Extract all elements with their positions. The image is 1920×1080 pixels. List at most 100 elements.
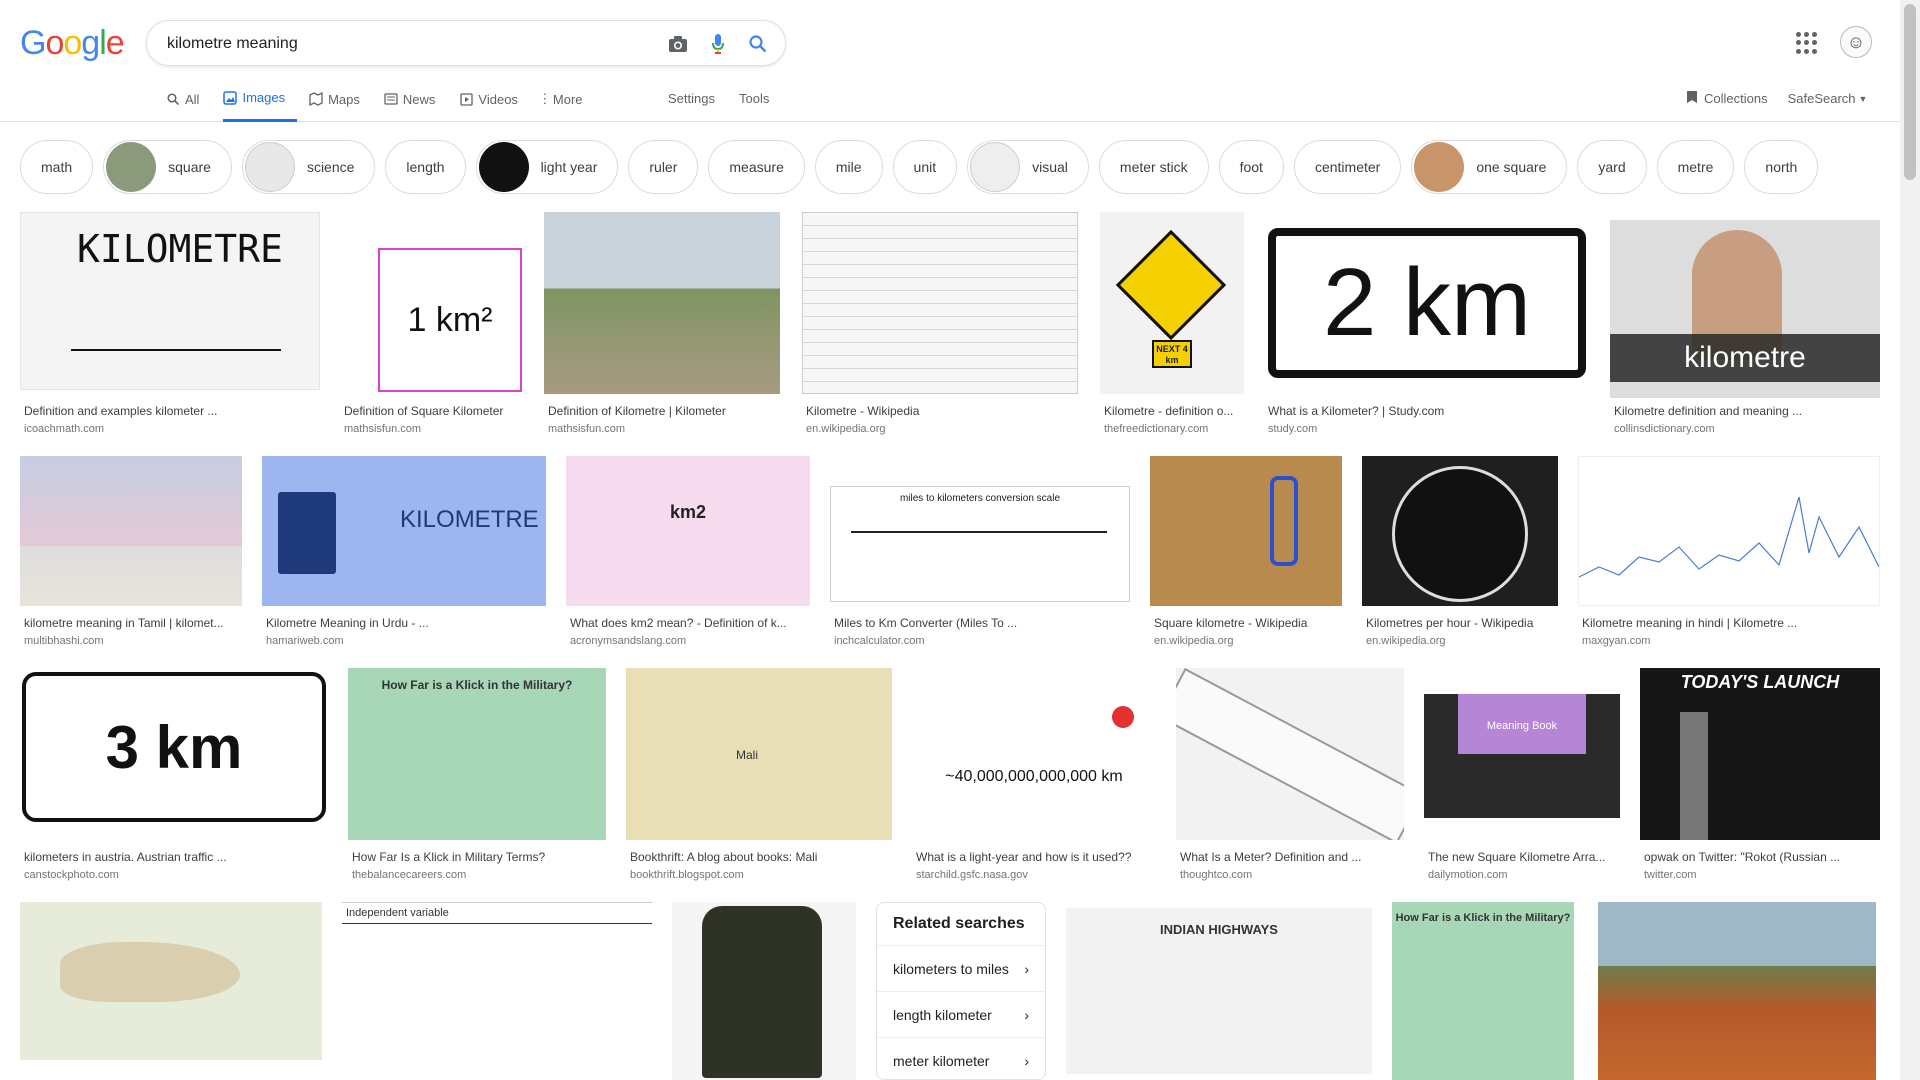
chip-square[interactable]: square [103,140,232,194]
image-result[interactable] [672,902,856,1080]
chip-meter-stick[interactable]: meter stick [1098,140,1209,194]
result-thumbnail[interactable]: How Far is a Klick in the Military? [1392,902,1574,1080]
result-thumbnail[interactable] [20,902,322,1060]
result-thumbnail[interactable]: KILOMETRE [262,456,546,606]
chip-light-year[interactable]: light year [475,140,619,194]
image-result[interactable]: TODAY'S LAUNCH opwak on Twitter: "Rokot … [1640,668,1880,888]
chip-north[interactable]: north [1744,140,1819,194]
image-result[interactable]: 2 km What is a Kilometer? | Study.com st… [1264,212,1590,435]
chip-foot[interactable]: foot [1218,140,1284,194]
chip-math[interactable]: math [20,140,94,194]
result-thumbnail[interactable] [1598,902,1876,1080]
result-caption[interactable]: Bookthrift: A blog about books: Mali [630,850,892,864]
result-caption[interactable]: Definition of Square Kilometer [344,404,524,418]
image-result[interactable]: How Far is a Klick in the Military? How … [348,668,606,888]
safesearch-dropdown[interactable]: SafeSearch ▼ [1788,91,1868,106]
result-thumbnail[interactable] [544,212,780,394]
chip-metre[interactable]: metre [1656,140,1735,194]
chip-ruler[interactable]: ruler [628,140,699,194]
image-result[interactable] [1598,902,1876,1080]
result-caption[interactable]: Kilometre definition and meaning ... [1614,404,1880,418]
result-thumbnail[interactable]: Mali [626,668,892,840]
chip-length[interactable]: length [385,140,466,194]
apps-grid-icon[interactable] [1796,32,1818,54]
chip-science[interactable]: science [241,140,376,194]
image-result[interactable]: kilometre meaning in Tamil | kilomet... … [20,456,242,652]
result-thumbnail[interactable]: KILOMETRE [20,212,320,390]
collections-link[interactable]: Collections [1686,90,1768,107]
result-thumbnail[interactable] [802,212,1078,394]
result-caption[interactable]: Kilometres per hour - Wikipedia [1366,616,1558,630]
result-thumbnail[interactable]: 3 km [20,668,330,840]
result-caption[interactable]: Miles to Km Converter (Miles To ... [834,616,1130,630]
result-thumbnail[interactable]: 2 km [1264,212,1590,394]
scrollbar[interactable] [1900,0,1920,1080]
related-search-item[interactable]: kilometers to miles › [877,946,1045,992]
search-icon[interactable] [745,31,771,57]
result-caption[interactable]: kilometre meaning in Tamil | kilomet... [24,616,242,630]
image-result[interactable]: KILOMETRE Definition and examples kilome… [20,212,320,435]
result-caption[interactable]: Kilometre Meaning in Urdu - ... [266,616,546,630]
tab-images[interactable]: Images [223,86,298,122]
result-thumbnail[interactable]: ~40,000,000,000,000 km [912,668,1156,840]
result-caption[interactable]: What is a Kilometer? | Study.com [1268,404,1588,418]
image-result[interactable]: 3 km kilometers in austria. Austrian tra… [20,668,330,888]
result-thumbnail[interactable] [672,902,856,1080]
image-result[interactable] [20,902,322,1080]
result-thumbnail[interactable]: km2 [566,456,810,606]
result-thumbnail[interactable]: Meaning Book [1424,694,1620,818]
image-result[interactable]: miles to kilometers conversion scale Mil… [830,456,1130,652]
result-thumbnail[interactable]: Independent variable [342,902,652,1080]
image-result[interactable]: Kilometres per hour - Wikipedia en.wikip… [1362,456,1558,652]
result-thumbnail[interactable] [1150,456,1342,606]
image-result[interactable]: How Far is a Klick in the Military? [1392,902,1574,1080]
result-thumbnail[interactable]: TODAY'S LAUNCH [1640,668,1880,840]
result-thumbnail[interactable]: NEXT 4 km [1100,212,1244,394]
image-result[interactable]: km2 What does km2 mean? - Definition of … [566,456,810,652]
result-caption[interactable]: How Far Is a Klick in Military Terms? [352,850,606,864]
result-caption[interactable]: The new Square Kilometre Arra... [1428,850,1620,864]
result-thumbnail[interactable]: miles to kilometers conversion scale [830,486,1130,602]
result-thumbnail[interactable]: 1 km² [340,212,524,394]
result-caption[interactable]: Kilometre - definition o... [1104,404,1244,418]
result-caption[interactable]: Definition of Kilometre | Kilometer [548,404,780,418]
image-result[interactable]: Kilometre - Wikipedia en.wikipedia.org [802,212,1078,435]
chip-unit[interactable]: unit [892,140,958,194]
result-caption[interactable]: Kilometre meaning in hindi | Kilometre .… [1582,616,1880,630]
search-input[interactable] [167,32,627,56]
settings-link[interactable]: Settings [668,91,715,106]
image-result[interactable]: Definition of Kilometre | Kilometer math… [544,212,780,435]
result-thumbnail[interactable] [1578,456,1880,606]
result-thumbnail[interactable]: How Far is a Klick in the Military? [348,668,606,840]
image-result[interactable]: kilometre Kilometre definition and meani… [1610,212,1880,435]
chip-one-square[interactable]: one square [1411,140,1568,194]
image-result[interactable]: NEXT 4 km Kilometre - definition o... th… [1100,212,1244,435]
related-search-item[interactable]: length kilometer › [877,992,1045,1038]
image-result[interactable]: INDIAN HIGHWAYS [1066,908,1372,1080]
result-caption[interactable]: What is a light-year and how is it used?… [916,850,1156,864]
image-result[interactable]: Mali Bookthrift: A blog about books: Mal… [626,668,892,888]
result-caption[interactable]: What does km2 mean? - Definition of k... [570,616,810,630]
image-result[interactable]: ~40,000,000,000,000 km What is a light-y… [912,668,1156,888]
microphone-icon[interactable] [705,31,731,57]
tab-videos[interactable]: Videos [459,86,530,112]
tools-link[interactable]: Tools [739,91,769,106]
tab-maps[interactable]: Maps [309,86,372,112]
result-caption[interactable]: Definition and examples kilometer ... [24,404,314,418]
image-result[interactable]: Meaning Book The new Square Kilometre Ar… [1424,668,1620,888]
chip-centimeter[interactable]: centimeter [1293,140,1402,194]
image-result[interactable]: Independent variable [342,902,652,1080]
result-thumbnail[interactable]: kilometre [1610,220,1880,398]
image-result[interactable]: What Is a Meter? Definition and ... thou… [1176,668,1404,888]
camera-icon[interactable] [665,31,691,57]
related-search-item[interactable]: meter kilometer › [877,1038,1045,1080]
image-result[interactable]: 1 km² Definition of Square Kilometer mat… [340,212,524,435]
image-result[interactable]: Kilometre meaning in hindi | Kilometre .… [1578,456,1880,652]
avatar[interactable]: ☺ [1840,26,1872,58]
result-thumbnail[interactable] [1176,668,1404,840]
result-caption[interactable]: opwak on Twitter: "Rokot (Russian ... [1644,850,1880,864]
tab-more[interactable]: ⋮ More [538,86,595,112]
result-caption[interactable]: What Is a Meter? Definition and ... [1180,850,1404,864]
chip-mile[interactable]: mile [814,140,883,194]
result-caption[interactable]: Kilometre - Wikipedia [806,404,1078,418]
